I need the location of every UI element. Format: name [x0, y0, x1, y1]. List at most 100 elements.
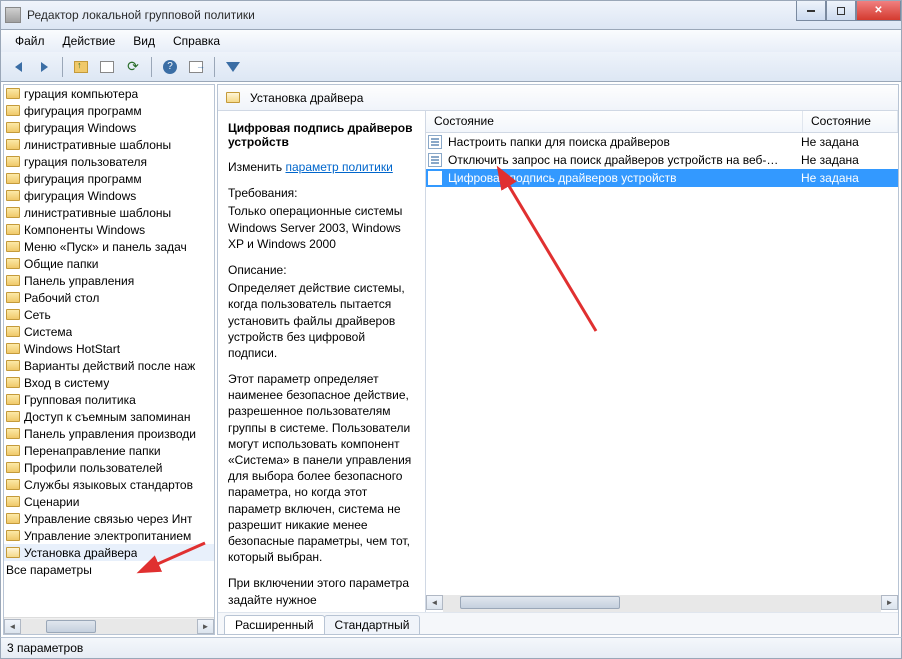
scroll-thumb[interactable]: [460, 596, 620, 609]
export-button[interactable]: [185, 56, 207, 78]
tree-item[interactable]: Установка драйвера: [4, 544, 214, 561]
tree-item[interactable]: линистративные шаблоны: [4, 204, 214, 221]
scroll-left-button[interactable]: ◄: [4, 619, 21, 634]
menu-action[interactable]: Действие: [55, 32, 124, 50]
list-row[interactable]: Цифровая подпись драйверов устройствНе з…: [426, 169, 898, 187]
menu-view[interactable]: Вид: [125, 32, 163, 50]
tree-item[interactable]: Система: [4, 323, 214, 340]
scroll-right-button[interactable]: ►: [197, 619, 214, 634]
tree-item[interactable]: Общие папки: [4, 255, 214, 272]
tree-item[interactable]: Сценарии: [4, 493, 214, 510]
export-icon: [189, 61, 203, 73]
tree-item-label: Установка драйвера: [24, 546, 137, 560]
tree-item[interactable]: гурация компьютера: [4, 85, 214, 102]
policy-icon: [428, 153, 442, 167]
requirements-text: Только операционные системы Windows Serv…: [228, 203, 415, 252]
list-pane: Состояние Состояние Настроить папки для …: [426, 111, 898, 612]
filter-icon: [226, 62, 240, 72]
tree-item-label: Службы языковых стандартов: [24, 478, 193, 492]
tree-item[interactable]: фигурация программ: [4, 102, 214, 119]
tab-standard[interactable]: Стандартный: [324, 615, 421, 634]
refresh-icon: [127, 58, 139, 75]
tree-item[interactable]: Управление электропитанием: [4, 527, 214, 544]
folder-open-icon: [226, 92, 240, 103]
tree-item[interactable]: Службы языковых стандартов: [4, 476, 214, 493]
folder-icon: [6, 190, 20, 201]
row-state: Не задана: [801, 171, 896, 185]
tree-item-label: гурация компьютера: [24, 87, 138, 101]
folder-icon: [6, 547, 20, 558]
tree-h-scrollbar[interactable]: ◄ ►: [4, 617, 214, 634]
folder-icon: [6, 496, 20, 507]
folder-icon: [6, 207, 20, 218]
forward-button[interactable]: [33, 56, 55, 78]
policy-icon: [428, 135, 442, 149]
properties-icon: [100, 61, 114, 73]
toolbar: ?: [0, 52, 902, 82]
tree-item-label: Профили пользователей: [24, 461, 162, 475]
scroll-thumb[interactable]: [46, 620, 96, 633]
refresh-button[interactable]: [122, 56, 144, 78]
tree-item[interactable]: Меню «Пуск» и панель задач: [4, 238, 214, 255]
help-button[interactable]: ?: [159, 56, 181, 78]
menu-file[interactable]: Файл: [7, 32, 53, 50]
tab-extended[interactable]: Расширенный: [224, 615, 325, 634]
maximize-button[interactable]: [826, 1, 856, 21]
menu-help[interactable]: Справка: [165, 32, 228, 50]
tree-item[interactable]: гурация пользователя: [4, 153, 214, 170]
up-button[interactable]: [70, 56, 92, 78]
tree-item-label: Управление электропитанием: [24, 529, 191, 543]
tree-item[interactable]: Windows HotStart: [4, 340, 214, 357]
tree-item[interactable]: фигурация Windows: [4, 187, 214, 204]
toolbar-separator: [62, 57, 63, 77]
list-header: Состояние Состояние: [426, 111, 898, 133]
scroll-track[interactable]: [21, 619, 197, 634]
menubar: Файл Действие Вид Справка: [0, 30, 902, 52]
folder-icon: [6, 411, 20, 422]
tree-item[interactable]: Перенаправление папки: [4, 442, 214, 459]
list-row[interactable]: Настроить папки для поиска драйверовНе з…: [426, 133, 898, 151]
description-p2: Этот параметр определяет наименее безопа…: [228, 371, 415, 565]
detail-title: Цифровая подпись драйверов устройств: [228, 121, 415, 149]
tree-item[interactable]: фигурация Windows: [4, 119, 214, 136]
tree-item[interactable]: Управление связью через Инт: [4, 510, 214, 527]
filter-button[interactable]: [222, 56, 244, 78]
tree-body[interactable]: гурация компьютерафигурация программфигу…: [4, 85, 214, 617]
folder-icon: [6, 445, 20, 456]
list-body[interactable]: Настроить папки для поиска драйверов Не з…: [426, 133, 898, 595]
scroll-right-button[interactable]: ►: [881, 595, 898, 610]
back-button[interactable]: [7, 56, 29, 78]
scroll-track[interactable]: [443, 595, 881, 612]
tree-item-label: Все параметры: [6, 563, 92, 577]
column-state[interactable]: Состояние: [803, 111, 898, 132]
tree-item[interactable]: Сеть: [4, 306, 214, 323]
tree-item-label: Варианты действий после наж: [24, 359, 195, 373]
tree-item-label: Система: [24, 325, 72, 339]
properties-button[interactable]: [96, 56, 118, 78]
tree-item[interactable]: Вход в систему: [4, 374, 214, 391]
tree-item[interactable]: Панель управления производи: [4, 425, 214, 442]
tree-item[interactable]: Панель управления: [4, 272, 214, 289]
edit-policy-link[interactable]: параметр политики: [285, 160, 392, 174]
tree-item-label: Панель управления производи: [24, 427, 196, 441]
list-row[interactable]: Отключить запрос на поиск драйверов устр…: [426, 151, 898, 169]
tree-item[interactable]: Профили пользователей: [4, 459, 214, 476]
folder-icon: [6, 462, 20, 473]
window-title: Редактор локальной групповой политики: [27, 8, 255, 22]
tree-item[interactable]: Рабочий стол: [4, 289, 214, 306]
column-name[interactable]: Состояние: [426, 111, 803, 132]
folder-icon: [6, 326, 20, 337]
tree-item[interactable]: линистративные шаблоны: [4, 136, 214, 153]
tree-item[interactable]: Компоненты Windows: [4, 221, 214, 238]
tree-item[interactable]: Варианты действий после наж: [4, 357, 214, 374]
minimize-button[interactable]: [796, 1, 826, 21]
row-name: Настроить папки для поиска драйверов: [446, 135, 801, 149]
tree-item[interactable]: Групповая политика: [4, 391, 214, 408]
list-h-scrollbar[interactable]: ◄ ►: [426, 595, 898, 612]
close-button[interactable]: [856, 1, 901, 21]
tree-item[interactable]: фигурация программ: [4, 170, 214, 187]
tree-item-label: Сеть: [24, 308, 51, 322]
tree-item[interactable]: Все параметры: [4, 561, 214, 578]
scroll-left-button[interactable]: ◄: [426, 595, 443, 610]
tree-item[interactable]: Доступ к съемным запоминан: [4, 408, 214, 425]
